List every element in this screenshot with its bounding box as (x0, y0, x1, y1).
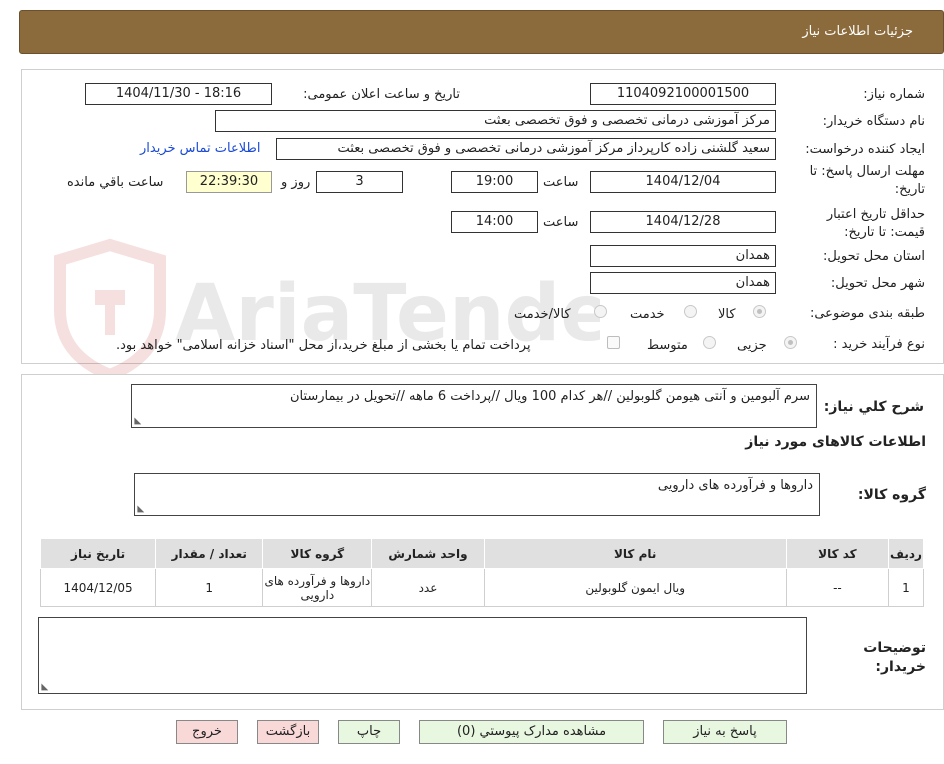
cell-group: داروها و فرآورده های دارویی (262, 568, 373, 607)
requester-field[interactable]: سعید گلشنی زاده کارپرداز مرکز آموزشی درم… (276, 138, 776, 160)
category-service-label: خدمت (630, 307, 665, 322)
buyer-org-label: نام دستگاه خریدار: (822, 114, 925, 129)
resize-grip-icon[interactable]: ◢ (132, 418, 142, 425)
category-label: طبقه بندی موضوعی: (809, 306, 925, 321)
cell-unit: عدد (371, 568, 485, 607)
buyer-notes-label-2: خریدار: (875, 659, 926, 675)
province-label: استان محل تحویل: (823, 249, 925, 264)
process-radio-minor[interactable] (784, 336, 797, 349)
col-code: کد کالا (785, 538, 889, 569)
view-attachments-button[interactable]: مشاهده مدارک پیوستي (0) (419, 720, 644, 744)
validity-time-label: ساعت (543, 215, 579, 230)
city-field[interactable]: همدان (590, 272, 776, 294)
validity-time-field[interactable]: 14:00 (451, 211, 538, 233)
category-goods-label: کالا (718, 307, 736, 322)
category-radio-service[interactable] (684, 305, 697, 318)
deadline-label: مهلت ارسال پاسخ: تا (809, 164, 925, 179)
days-field[interactable]: 3 (316, 171, 403, 193)
category-radio-goods[interactable] (753, 305, 766, 318)
validity-label: حداقل تاریخ اعتبار (826, 207, 925, 222)
page-title: جزئیات اطلاعات نیاز (802, 24, 913, 39)
goods-group-field[interactable]: داروها و فرآورده های دارویی ◢ (134, 473, 820, 516)
col-group: گروه کالا (262, 538, 373, 569)
col-qty: تعداد / مقدار (155, 538, 264, 569)
days-label: روز و (281, 175, 311, 190)
category-radio-goods-service[interactable] (594, 305, 607, 318)
cell-code: -- (785, 568, 889, 607)
deadline-date-field[interactable]: 1404/12/04 (590, 171, 776, 193)
process-radio-medium[interactable] (703, 336, 716, 349)
announce-field[interactable]: 1404/11/30 - 18:16 (85, 83, 272, 105)
deadline-time-label: ساعت (543, 175, 579, 190)
validity-date-field[interactable]: 1404/12/28 (590, 211, 776, 233)
contact-info-link[interactable]: اطلاعات تماس خریدار (140, 141, 260, 156)
remaining-time-field: 22:39:30 (186, 171, 272, 193)
back-button[interactable]: بازگشت (257, 720, 319, 744)
goods-section-title: اطلاعات کالاهای مورد نیاز (745, 434, 926, 450)
process-medium-label: متوسط (647, 338, 688, 353)
col-date: تاریخ نیاز (39, 538, 157, 569)
cell-row: 1 (887, 568, 925, 607)
province-field[interactable]: همدان (590, 245, 776, 267)
buyer-org-field[interactable]: مرکز آموزشی درمانی تخصصی و فوق تخصصی بعث… (215, 110, 776, 132)
summary-field[interactable]: سرم آلبومین و آنتی هیومن گلوبولین //هر ک… (131, 384, 817, 428)
print-button[interactable]: چاپ (338, 720, 400, 744)
goods-group-text: داروها و فرآورده های دارویی (657, 478, 813, 493)
process-minor-label: جزیی (737, 338, 767, 353)
cell-qty: 1 (155, 568, 264, 607)
need-number-field[interactable]: 1104092100001500 (590, 83, 776, 105)
items-table: ردیف کد کالا نام کالا واحد شمارش گروه کا… (39, 538, 925, 607)
announce-label: تاریخ و ساعت اعلان عمومی: (303, 87, 460, 102)
goods-group-label: گروه کالا: (857, 487, 926, 503)
exit-button[interactable]: خروج (176, 720, 238, 744)
deadline-label-2: تاریخ: (894, 182, 925, 197)
resize-grip-icon[interactable]: ◢ (135, 506, 145, 513)
city-label: شهر محل تحویل: (830, 276, 925, 291)
buyer-notes-label: توضیحات (863, 640, 926, 656)
process-label: نوع فرآیند خرید : (833, 337, 925, 352)
requester-label: ایجاد کننده درخواست: (805, 142, 925, 157)
resize-grip-icon[interactable]: ◢ (39, 684, 49, 691)
col-name: نام کالا (483, 538, 787, 569)
deadline-time-field[interactable]: 19:00 (451, 171, 538, 193)
treasury-payment-note: پرداخت تمام یا بخشی از مبلغ خرید،از محل … (116, 338, 531, 353)
category-goods-service-label: کالا/خدمت (514, 307, 571, 322)
cell-date: 1404/12/05 (39, 568, 157, 607)
validity-label-2: قیمت: تا تاریخ: (844, 225, 925, 240)
remaining-label: ساعت باقي مانده (67, 175, 164, 190)
reply-button[interactable]: پاسخ به نیاز (663, 720, 787, 744)
table-row[interactable]: 1 -- ویال ایمون گلوبولین عدد داروها و فر… (39, 568, 925, 607)
need-number-label: شماره نیاز: (863, 87, 925, 102)
summary-label: شرح کلي نیاز: (823, 399, 924, 415)
buyer-notes-field[interactable]: ◢ (38, 617, 807, 694)
table-header-row: ردیف کد کالا نام کالا واحد شمارش گروه کا… (39, 538, 925, 569)
treasury-payment-checkbox[interactable] (607, 336, 620, 349)
col-unit: واحد شمارش (371, 538, 485, 569)
col-row: ردیف (887, 538, 925, 569)
cell-name: ویال ایمون گلوبولین (483, 568, 787, 607)
page-header: جزئیات اطلاعات نیاز (19, 10, 944, 54)
summary-text: سرم آلبومین و آنتی هیومن گلوبولین //هر ک… (289, 389, 810, 404)
